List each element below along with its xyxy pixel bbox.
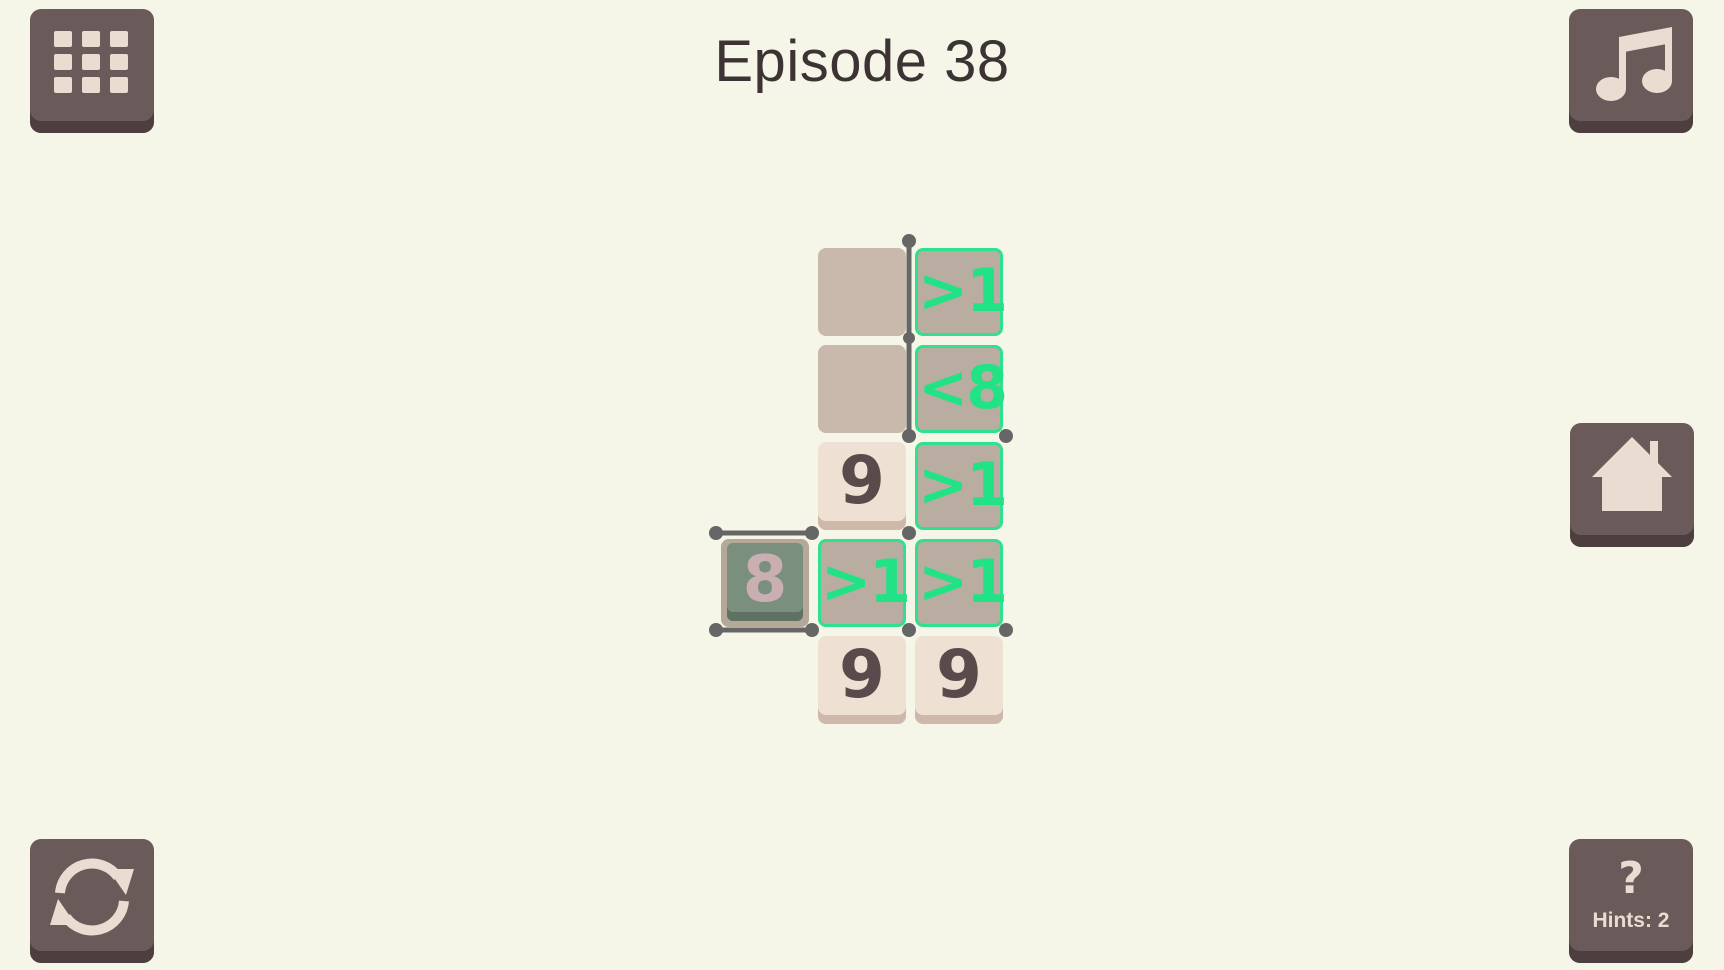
clue-tile[interactable]: >1 xyxy=(915,539,1008,627)
empty-cell[interactable] xyxy=(818,248,906,336)
grid-node xyxy=(805,623,819,637)
puzzle-board: >1 <8 9 >1 8 >1 >1 9 9 xyxy=(0,0,1724,970)
selected-tile-value: 8 xyxy=(727,543,803,621)
grid-node xyxy=(902,234,916,248)
selected-number-tile[interactable]: 8 xyxy=(721,539,809,627)
grid-node xyxy=(902,429,916,443)
clue-tile[interactable]: <8 xyxy=(915,345,1008,433)
grid-node xyxy=(903,332,915,344)
grid-node xyxy=(999,623,1013,637)
empty-cell[interactable] xyxy=(818,345,906,433)
number-tile[interactable]: 9 xyxy=(818,636,906,724)
number-tile[interactable]: 9 xyxy=(818,442,906,530)
grid-node xyxy=(999,429,1013,443)
clue-tile[interactable]: >1 xyxy=(915,248,1008,336)
clue-tile[interactable]: >1 xyxy=(915,442,1008,530)
number-tile[interactable]: 9 xyxy=(915,636,1003,724)
grid-node xyxy=(805,526,819,540)
grid-node xyxy=(709,623,723,637)
grid-node xyxy=(709,526,723,540)
grid-node xyxy=(902,623,916,637)
grid-node xyxy=(902,526,916,540)
clue-tile[interactable]: >1 xyxy=(818,539,911,627)
